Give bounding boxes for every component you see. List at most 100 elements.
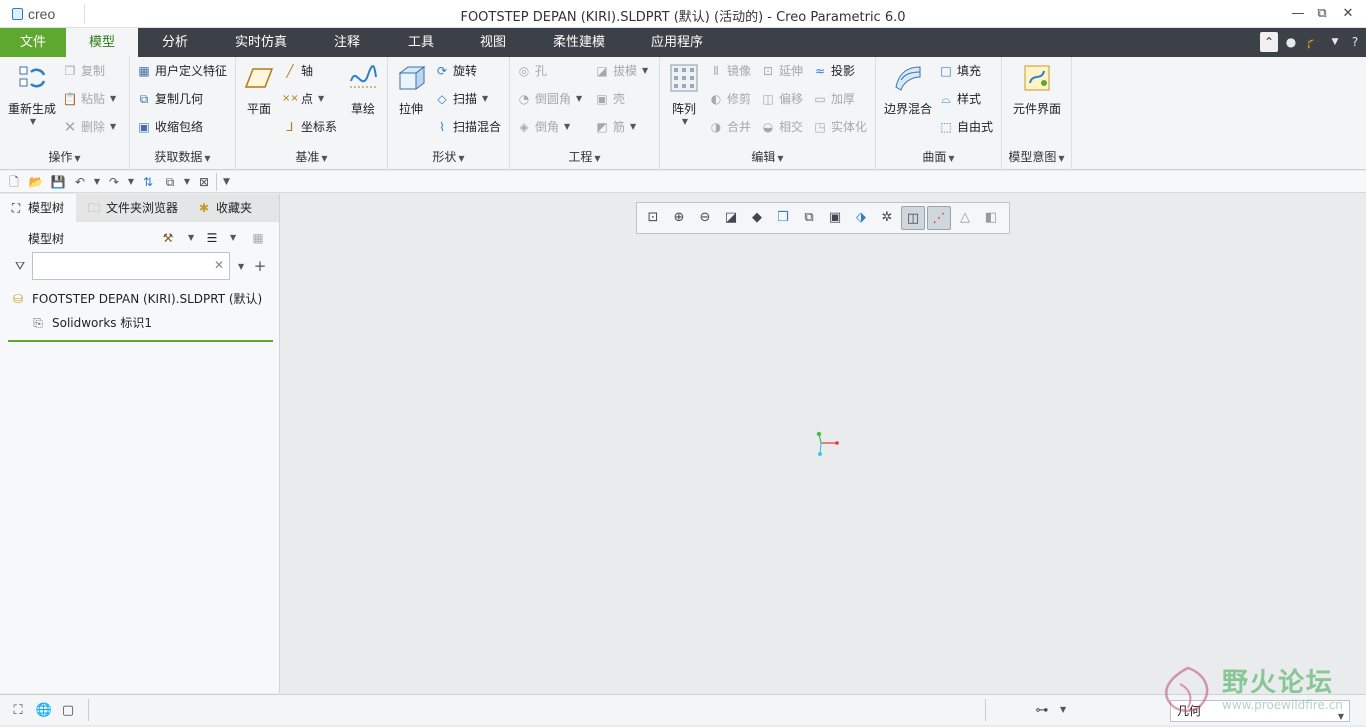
annotation-display-icon[interactable]: ✲ [875,206,899,230]
tab-file[interactable]: 文件 [0,28,66,57]
clear-icon[interactable]: ✕ [214,258,224,272]
tab-applications[interactable]: 应用程序 [634,28,720,57]
csys-button[interactable]: ⅃ 坐标系 [282,117,337,137]
group-label-datum[interactable]: 基准 ▼ [236,148,387,165]
boundary-blend-button[interactable]: 边界混合 [880,63,936,117]
sweep-button[interactable]: ◇ 扫描 ▼ [434,89,488,109]
chevron-down-icon[interactable]: ▼ [1326,32,1344,52]
chevron-down-icon[interactable]: ▼ [126,173,136,191]
extrude-button[interactable]: 拉伸 [392,63,430,117]
zoom-in-icon[interactable]: ⊕ [667,206,691,230]
tab-annotate[interactable]: 注释 [312,28,382,57]
mirror-button[interactable]: ⫴ 镜像 [708,61,751,81]
show-list-icon[interactable]: ☰ [204,230,220,246]
delete-button[interactable]: ✕ 删除 ▼ [62,117,116,137]
search-input[interactable]: ✕ [32,252,230,280]
thicken-button[interactable]: ▭ 加厚 [812,89,855,109]
project-button[interactable]: ≈ 投影 [812,61,855,81]
view-manager-icon[interactable]: ⧉ [797,206,821,230]
plane-display-icon[interactable]: ◫ [901,206,925,230]
trim-button[interactable]: ◐ 修剪 [708,89,751,109]
windows-icon[interactable]: ⧉ [160,173,180,191]
merge-button[interactable]: ◑ 合并 [708,117,751,137]
chevron-down-icon[interactable]: ▼ [230,233,236,242]
navigator-toggle-icon[interactable]: ⛶ [8,701,28,721]
offset-button[interactable]: ◫ 偏移 [760,89,803,109]
group-label-get-data[interactable]: 获取数据 ▼ [130,148,235,165]
minimize-button[interactable]: — [1286,4,1310,24]
chevron-down-icon[interactable]: ▼ [188,233,194,242]
insert-here-indicator[interactable] [8,340,273,342]
group-label-operations[interactable]: 操作 ▼ [0,148,129,165]
repaint-icon[interactable]: ◪ [719,206,743,230]
zoom-out-icon[interactable]: ⊖ [693,206,717,230]
draft-button[interactable]: ◪ 拔模 ▼ [594,61,648,81]
chevron-down-icon[interactable]: ▼ [92,173,102,191]
help-center-icon[interactable]: 🎓 [1304,32,1322,52]
save-icon[interactable]: 💾 [48,173,68,191]
tab-flexible-modeling[interactable]: 柔性建模 [536,28,622,57]
chevron-down-icon[interactable]: ▼ [1060,705,1066,714]
rib-button[interactable]: ◩ 筋 ▼ [594,117,636,137]
tree-item-root[interactable]: ⛁ FOOTSTEP DEPAN (KIRI).SLDPRT (默认) [10,290,262,307]
group-label-shapes[interactable]: 形状 ▼ [388,148,509,165]
paste-button[interactable]: 📋 粘贴 ▼ [62,89,117,109]
display-style-icon[interactable]: ◆ [745,206,769,230]
tab-folder-browser[interactable]: 🗀 文件夹浏览器 [78,194,186,222]
chevron-down-icon[interactable]: ▼ [182,173,192,191]
spin-center-icon[interactable]: ◧ [979,206,1003,230]
close-button[interactable]: ✕ [1336,4,1360,24]
shell-button[interactable]: ▣ 壳 [594,89,625,109]
regenerate-button[interactable]: 重新生成 ▼ [6,63,58,126]
filter-icon[interactable]: ⛛ [12,258,28,274]
copy-button[interactable]: ❐ 复制 [62,61,105,81]
open-folder-icon[interactable]: 📂 [26,173,46,191]
perspective-view-icon[interactable]: ▣ [823,206,847,230]
solidify-button[interactable]: ◳ 实体化 [812,117,867,137]
add-icon[interactable]: + [252,258,268,274]
hole-button[interactable]: ◎ 孔 [516,61,547,81]
close-window-icon[interactable]: ⊠ [194,173,214,191]
freestyle-button[interactable]: ⬚ 自由式 [938,117,993,137]
help-icon[interactable]: ? [1346,32,1364,52]
user-icon[interactable]: ● [1282,32,1300,52]
round-button[interactable]: ◔ 倒圆角 ▼ [516,89,582,109]
tab-favorites[interactable]: ✱ 收藏夹 [188,194,268,222]
settings-tools-icon[interactable]: ⚒ [160,230,176,246]
chevron-down-icon[interactable]: ▼ [238,262,244,271]
refit-icon[interactable]: ⊡ [641,206,665,230]
tab-tools[interactable]: 工具 [386,28,456,57]
tree-item-feature[interactable]: ⎘ Solidworks 标识1 [30,314,152,331]
tab-model-tree[interactable]: ⛶ 模型树 [0,194,76,222]
saved-orientations-icon[interactable]: ❒ [771,206,795,230]
revolve-button[interactable]: ⟳ 旋转 [434,61,477,81]
regenerate-icon[interactable]: ⇅ [138,173,158,191]
plane-button[interactable]: 平面 [240,63,278,117]
group-label-editing[interactable]: 编辑 ▼ [660,148,875,165]
section-icon[interactable]: ⬗ [849,206,873,230]
redo-icon[interactable]: ↷ [104,173,124,191]
find-icon[interactable]: ⊶ [1032,701,1052,721]
intersect-button[interactable]: ◒ 相交 [760,117,803,137]
chamfer-button[interactable]: ◈ 倒角 ▼ [516,117,570,137]
minimize-ribbon-icon[interactable]: ⌃ [1260,32,1278,52]
point-button[interactable]: ×× 点 ▼ [282,89,324,109]
browser-toggle-icon[interactable]: 🌐 [34,701,54,721]
new-file-icon[interactable]: 🗋 [4,173,24,191]
group-label-engineering[interactable]: 工程 ▼ [510,148,659,165]
graphics-area[interactable]: ⊡ ⊕ ⊖ ◪ ◆ ❒ ⧉ ▣ ⬗ ✲ ◫ ⋰ △ ◧ [281,194,1366,693]
pattern-button[interactable]: 阵列 ▼ [664,63,704,126]
swept-blend-button[interactable]: ⌇ 扫描混合 [434,117,501,137]
style-button[interactable]: ⌓ 样式 [938,89,981,109]
sketch-button[interactable]: 草绘 [344,63,382,117]
fullscreen-icon[interactable]: ▢ [58,701,78,721]
undo-icon[interactable]: ↶ [70,173,90,191]
tab-analysis[interactable]: 分析 [140,28,210,57]
restore-button[interactable]: ⧉ [1310,4,1334,24]
shrinkwrap-button[interactable]: ▣ 收缩包络 [136,117,203,137]
axis-button[interactable]: ╱ 轴 [282,61,313,81]
component-interface-button[interactable]: 元件界面 [1006,63,1068,117]
copy-geometry-button[interactable]: ⧉ 复制几何 [136,89,203,109]
tab-model[interactable]: 模型 [66,28,138,57]
tab-live-simulation[interactable]: 实时仿真 [218,28,304,57]
